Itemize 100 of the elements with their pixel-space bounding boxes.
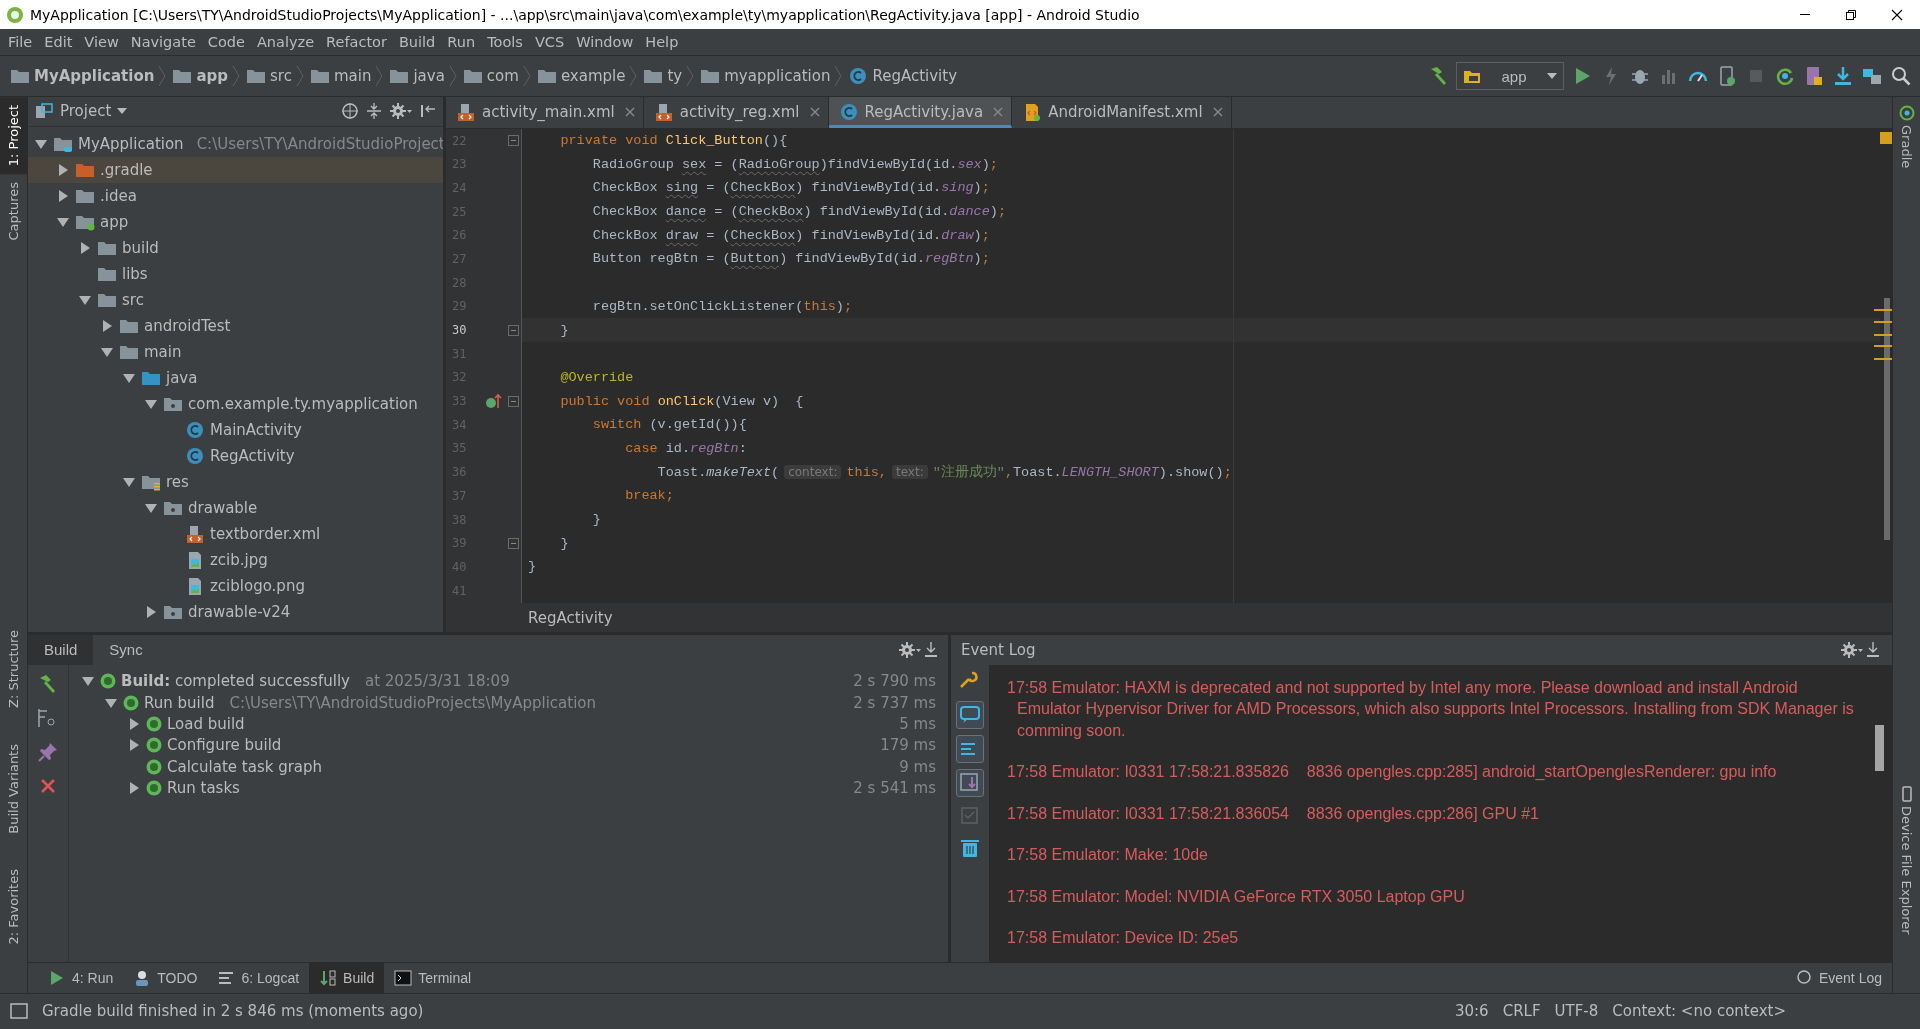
chevron-icon [522, 65, 531, 88]
tree-item[interactable]: zcib.jpg [28, 546, 443, 573]
side-tab[interactable]: Gradle [1898, 96, 1915, 176]
project-view-dropdown[interactable]: Project [34, 102, 335, 121]
editor-tab[interactable]: RegActivity.java [828, 96, 1013, 128]
breadcrumb-item[interactable]: RegActivity [528, 608, 613, 627]
tree-item[interactable]: com.example.ty.myapplication [28, 390, 443, 417]
tree-item[interactable]: MainActivity [28, 416, 443, 443]
panel-tab[interactable]: Build [28, 634, 94, 665]
breadcrumb-item[interactable]: main [309, 67, 376, 86]
menu-item[interactable]: Edit [38, 34, 79, 51]
tool-window-tab[interactable]: Event Log [1784, 962, 1892, 993]
side-tab[interactable]: Z: Structure [0, 621, 27, 716]
tree-item[interactable]: RegActivity [28, 442, 443, 469]
side-tab[interactable]: Captures [0, 173, 27, 249]
breadcrumb-item[interactable]: MyApplication [10, 67, 159, 86]
side-tab[interactable]: 2: Favorites [0, 861, 27, 953]
editor-tab[interactable]: AndroidManifest.xml [1012, 96, 1232, 128]
build-tree-item[interactable]: Build: completed successfully at 2025/3/31 18:09 2 s 790 ms [69, 670, 948, 692]
build-tree-item[interactable]: Calculate task graph 9 ms [69, 755, 948, 778]
breadcrumb-item[interactable]: src [246, 67, 296, 86]
tool-window-tab[interactable]: Build [309, 962, 385, 993]
menu-item[interactable]: Code [201, 34, 251, 51]
menu-item[interactable]: Tools [481, 34, 529, 51]
breadcrumb-item[interactable]: RegActivity [848, 67, 962, 86]
side-tab[interactable]: Build Variants [0, 735, 27, 842]
editor-tab[interactable]: activity_main.xml [446, 96, 644, 128]
tree-item[interactable]: main [28, 338, 443, 365]
speech-bubble-icon[interactable] [956, 700, 984, 729]
expand-arrow-icon[interactable] [56, 162, 70, 177]
tree-item[interactable]: libs [28, 260, 443, 287]
menu-item[interactable]: Run [441, 34, 482, 51]
line-separator[interactable]: CRLF [1502, 1002, 1541, 1021]
soft-wrap-icon[interactable] [956, 734, 984, 763]
scrollbar-thumb[interactable] [1875, 724, 1884, 771]
fold-icon[interactable] [508, 135, 519, 147]
expand-arrow-icon[interactable] [100, 318, 114, 333]
build-tree-item[interactable]: Run build C:\Users\TY\AndroidStudioProjects\MyApplication 2 s 737 ms [69, 692, 948, 714]
tree-item[interactable]: drawable-v24 [28, 598, 443, 625]
panel-tab[interactable]: Sync [93, 634, 159, 665]
menu-item[interactable]: Refactor [320, 34, 393, 51]
breadcrumb-item[interactable]: myapplication [700, 67, 835, 86]
warning-stripe[interactable] [1874, 308, 1892, 311]
menu-item[interactable]: Help [639, 34, 685, 51]
tree-item[interactable]: src [28, 286, 443, 313]
side-tab[interactable]: 1: Project [0, 96, 27, 174]
tree-item[interactable]: zciblogo.png [28, 572, 443, 599]
chevron-icon [232, 65, 240, 88]
menu-item[interactable]: Analyze [250, 34, 321, 51]
menu-item[interactable]: Navigate [124, 34, 202, 51]
build-tree-item[interactable]: Configure build 179 ms [69, 734, 948, 756]
tree-item[interactable]: textborder.xml [28, 520, 443, 547]
breadcrumb-item[interactable]: ty [643, 67, 687, 86]
menu-item[interactable]: Build [392, 34, 442, 51]
folder-icon [309, 67, 330, 86]
breadcrumb-item[interactable]: java [389, 67, 449, 86]
run-configuration-dropdown[interactable]: app [1456, 62, 1564, 91]
menu-item[interactable]: Window [570, 34, 640, 51]
fold-icon[interactable] [508, 324, 519, 336]
caret-position[interactable]: 30:6 [1454, 1002, 1489, 1021]
build-tree-item[interactable]: Run tasks 2 s 541 ms [69, 777, 948, 799]
tree-item[interactable]: drawable [28, 494, 443, 521]
tree-item[interactable]: androidTest [28, 312, 443, 339]
tree-item[interactable]: app [28, 208, 443, 235]
breadcrumb-item[interactable]: app [172, 67, 232, 86]
scroll-to-end-icon[interactable] [956, 768, 984, 797]
tree-item[interactable]: .gradle [28, 156, 443, 183]
scrollbar-thumb[interactable] [1884, 297, 1890, 540]
fold-icon[interactable] [508, 537, 519, 549]
tool-window-tab[interactable]: 6: Logcat [207, 962, 310, 993]
breadcrumb-item[interactable]: example [536, 67, 630, 86]
warning-stripe[interactable] [1874, 333, 1892, 336]
expand-arrow-icon[interactable] [127, 716, 141, 731]
file-encoding[interactable]: UTF-8 [1554, 1002, 1599, 1021]
tree-item[interactable]: java [28, 364, 443, 391]
menu-item[interactable]: VCS [528, 34, 571, 51]
tool-window-tab[interactable]: TODO [123, 962, 208, 993]
build-tree-item[interactable]: Load build 5 ms [69, 713, 948, 735]
menu-item[interactable]: File [2, 34, 39, 51]
settings-icon [1840, 640, 1864, 659]
tool-window-tab[interactable]: Terminal [384, 962, 482, 993]
warning-stripe[interactable] [1874, 320, 1892, 323]
expand-arrow-icon[interactable] [56, 188, 70, 203]
side-tab[interactable]: Device File Explorer [1898, 778, 1915, 943]
expand-arrow-icon[interactable] [144, 604, 158, 619]
warning-stripe[interactable] [1874, 344, 1892, 347]
tree-item[interactable]: res [28, 468, 443, 495]
tree-item[interactable]: .idea [28, 182, 443, 209]
tool-window-tab[interactable]: 4: Run [38, 962, 124, 993]
tree-item[interactable]: build [28, 234, 443, 261]
editor-tab[interactable]: activity_reg.xml [643, 96, 829, 128]
warning-stripe[interactable] [1874, 357, 1892, 360]
expand-arrow-icon[interactable] [127, 780, 141, 795]
code-line: CheckBox sing = (CheckBox) findViewById(id.sing); [591, 179, 991, 198]
fold-icon[interactable] [508, 395, 519, 407]
tree-item-label: textborder.xml [210, 524, 321, 543]
breadcrumb-item[interactable]: com [462, 67, 523, 86]
expand-arrow-icon[interactable] [127, 738, 141, 753]
expand-arrow-icon[interactable] [78, 240, 92, 255]
menu-item[interactable]: View [78, 34, 125, 51]
